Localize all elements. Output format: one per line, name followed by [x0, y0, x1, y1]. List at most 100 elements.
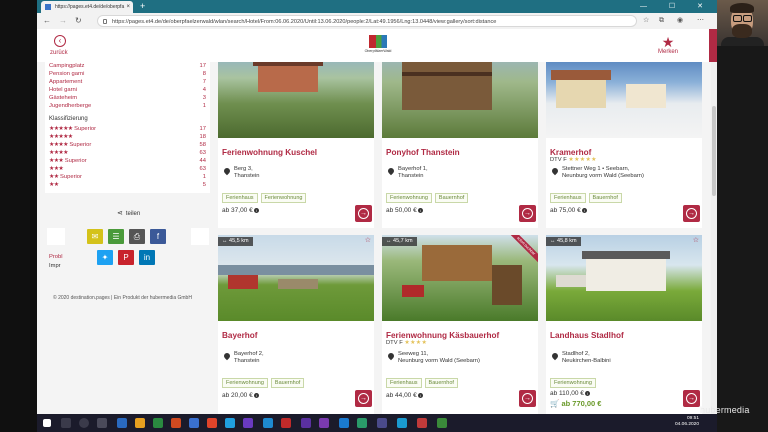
result-card[interactable]: ↔ 45,7 km sofort buchbar Ferienwohnung K… — [382, 235, 538, 414]
star-bookmark-icon[interactable]: ☆ — [643, 13, 649, 29]
cart-icon: 🛒 — [550, 399, 560, 408]
card-title[interactable]: Ponyhof Thanstein — [386, 148, 460, 157]
card-photo[interactable]: ↔ 45,8 km ☆ — [546, 235, 702, 321]
app-icon[interactable] — [225, 418, 235, 428]
profile-icon[interactable]: ◉ — [677, 13, 683, 29]
filter-type-item[interactable]: Gästeheim 3 — [45, 94, 210, 102]
card-title[interactable]: Ferienwohnung Käsbauerhof — [386, 331, 499, 340]
result-card[interactable]: Kramerhof DTV F ★★★★★ Stettner Weg 1 • S… — [546, 62, 702, 228]
result-card[interactable]: Ponyhof Thanstein Bayerhof 1, Thanstein F… — [382, 62, 538, 228]
whatsapp-share-icon[interactable]: ☰ — [108, 229, 124, 244]
site-logo[interactable]: OberpfälzerWald — [364, 35, 392, 59]
app-icon[interactable] — [417, 418, 427, 428]
scrollbar-thumb[interactable] — [712, 106, 716, 196]
filter-class-item[interactable]: ★★★ 63 — [45, 165, 210, 173]
app-icon[interactable] — [171, 418, 181, 428]
pinterest-icon[interactable]: P — [118, 250, 134, 265]
linkedin-icon[interactable]: in — [139, 250, 155, 265]
filter-class-item[interactable]: ★★ Superior 1 — [45, 173, 210, 181]
app-icon[interactable] — [189, 418, 199, 428]
taskbar-clock[interactable]: 09:51 04.06.2020 — [675, 416, 699, 428]
back-icon[interactable]: ‹ — [54, 35, 66, 47]
filter-type-item[interactable]: Pension garni 8 — [45, 70, 210, 78]
back-label[interactable]: zurück — [50, 50, 68, 56]
card-open-button[interactable]: → — [519, 390, 536, 407]
email-share-icon[interactable]: ✉ — [87, 229, 103, 244]
windows-start-icon[interactable] — [43, 419, 51, 427]
forward-arrow-icon[interactable]: → — [59, 13, 67, 29]
card-photo[interactable] — [218, 62, 374, 138]
card-total-price: 🛒 ab 770,00 € — [550, 399, 602, 408]
filter-type-item[interactable]: Campingplatz 17 — [45, 62, 210, 70]
card-open-button[interactable]: → — [355, 390, 372, 407]
app-icon[interactable] — [281, 418, 291, 428]
app-icon[interactable] — [437, 418, 447, 428]
problem-link[interactable]: Probl — [49, 254, 63, 260]
card-open-button[interactable]: → — [519, 205, 536, 222]
arrow-right-icon: → — [358, 208, 369, 219]
impressum-link[interactable]: Impr — [49, 263, 61, 269]
watermark-logo: hubermedia — [700, 405, 750, 415]
app-icon[interactable] — [397, 418, 407, 428]
filter-class-item[interactable]: ★★★★ 63 — [45, 149, 210, 157]
app-icon[interactable] — [357, 418, 367, 428]
collections-icon[interactable]: ⧉ — [659, 13, 664, 29]
card-photo[interactable] — [546, 62, 702, 138]
search-icon[interactable] — [61, 418, 71, 428]
result-card[interactable]: ↔ 45,8 km ☆ Landhaus Stadlhof Stadlhof 2… — [546, 235, 702, 414]
card-tags: Ferienwohnung Bauernhof — [386, 186, 471, 204]
url-text: https://pages.et4.de/de/oberpfaelzerwald… — [112, 19, 497, 25]
result-card[interactable]: ↔ 45,5 km ☆ Bayerhof Bayerhof 2, Thanstei… — [218, 235, 374, 414]
explorer-app-icon[interactable] — [135, 418, 145, 428]
card-title[interactable]: Kramerhof — [550, 148, 591, 157]
filter-class-item[interactable]: ★★★★ Superior 58 — [45, 141, 210, 149]
result-card[interactable]: Ferienwohnung Kuschel Berg 3, Thanstein F… — [218, 62, 374, 228]
card-title[interactable]: Bayerhof — [222, 331, 258, 340]
reload-icon[interactable]: ↻ — [75, 13, 82, 29]
filter-class-item[interactable]: ★★ 5 — [45, 181, 210, 189]
print-icon[interactable]: ⎙ — [129, 229, 145, 244]
cortana-icon[interactable] — [79, 418, 89, 428]
card-title[interactable]: Ferienwohnung Kuschel — [222, 148, 317, 157]
location-pin-icon — [386, 166, 396, 176]
card-open-button[interactable]: → — [683, 205, 700, 222]
back-arrow-icon[interactable]: ← — [43, 13, 51, 29]
browser-tab[interactable]: https://pages.et4.de/de/oberpfa × — [41, 1, 133, 13]
card-photo[interactable]: ↔ 45,5 km ☆ — [218, 235, 374, 321]
window-controls[interactable]: — ☐ ✕ — [640, 0, 713, 13]
location-pin-icon — [550, 166, 560, 176]
filter-class-item[interactable]: ★★★★★ Superior 17 — [45, 125, 210, 133]
filter-type-item[interactable]: Appartement 7 — [45, 78, 210, 86]
card-photo[interactable] — [382, 62, 538, 138]
app-icon[interactable] — [207, 418, 217, 428]
filter-type-item[interactable]: Hotel garni 4 — [45, 86, 210, 94]
new-tab-button[interactable]: + — [140, 0, 145, 13]
edge-app-icon[interactable] — [117, 418, 127, 428]
filter-class-item[interactable]: ★★★ Superior 44 — [45, 157, 210, 165]
tab-close-icon[interactable]: × — [126, 1, 130, 13]
share-button[interactable]: ⋖ teilen — [117, 209, 140, 217]
filter-class-item[interactable]: ★★★★★ 18 — [45, 133, 210, 141]
app-icon[interactable] — [377, 418, 387, 428]
url-input[interactable]: https://pages.et4.de/de/oberpfaelzerwald… — [97, 15, 637, 27]
app-icon[interactable] — [263, 418, 273, 428]
twitter-icon[interactable]: ✦ — [97, 250, 113, 265]
filter-type-item[interactable]: Jugendherberge 1 — [45, 102, 210, 110]
card-address: Seeweg 11, Neunburg vorm Wald (Seebarn) — [398, 351, 480, 364]
card-open-button[interactable]: → — [683, 390, 700, 407]
app-icon[interactable] — [301, 418, 311, 428]
facebook-icon[interactable]: f — [150, 229, 166, 244]
app-icon[interactable] — [153, 418, 163, 428]
browser-window: https://pages.et4.de/de/oberpfa × + — ☐ … — [37, 0, 717, 414]
app-icon[interactable] — [243, 418, 253, 428]
card-title[interactable]: Landhaus Stadlhof — [550, 331, 624, 340]
favorite-star-icon[interactable]: ☆ — [693, 236, 699, 244]
app-icon[interactable] — [319, 418, 329, 428]
card-open-button[interactable]: → — [355, 205, 372, 222]
merken-button[interactable]: ★ Merken — [654, 35, 682, 55]
favorite-star-icon[interactable]: ☆ — [365, 236, 371, 244]
app-icon[interactable] — [339, 418, 349, 428]
taskview-icon[interactable] — [97, 418, 107, 428]
menu-dots-icon[interactable]: ⋯ — [697, 13, 704, 29]
card-photo[interactable]: ↔ 45,7 km sofort buchbar — [382, 235, 538, 321]
